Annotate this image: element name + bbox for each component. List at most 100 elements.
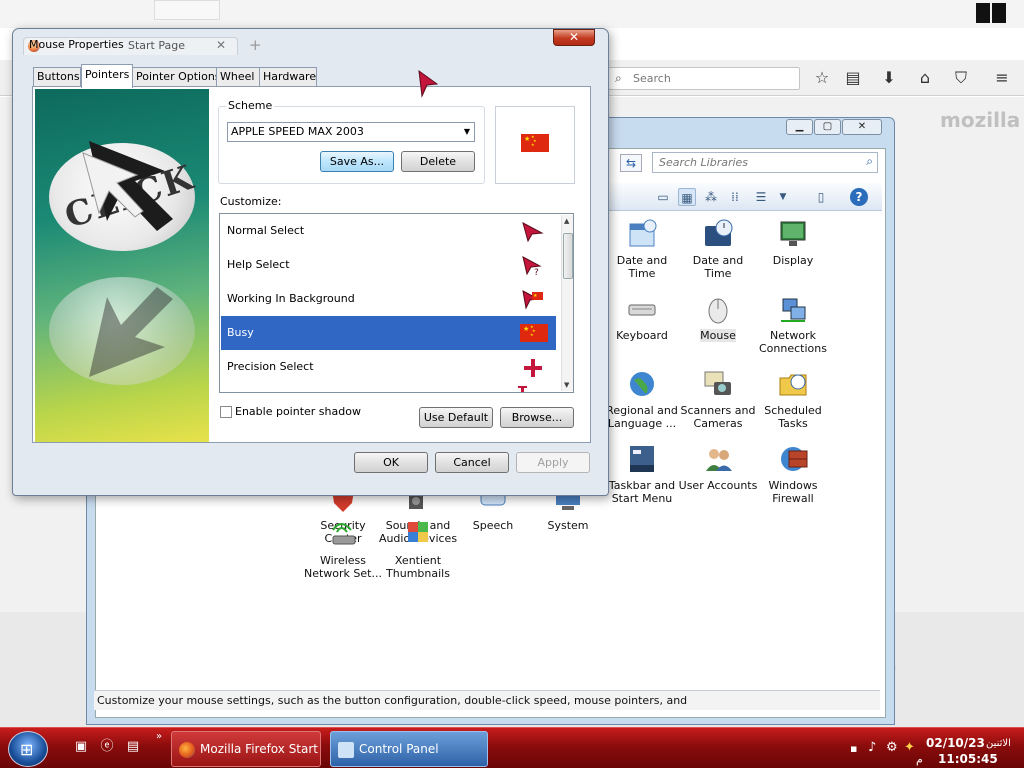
partial-cursor-icon <box>518 386 527 392</box>
apply-button[interactable]: Apply <box>516 452 590 473</box>
save-as-button[interactable]: Save As... <box>320 151 394 172</box>
home-icon[interactable]: ⌂ <box>913 67 937 89</box>
cursor-name: Help Select <box>227 258 290 271</box>
list-item[interactable]: Precision Select <box>221 350 556 384</box>
busy-flag-cursor-icon: ★ ★ ★ ★ <box>520 324 548 342</box>
delete-button[interactable]: Delete <box>401 151 475 172</box>
tab-pointers[interactable]: Pointers <box>81 64 133 88</box>
control-panel-item[interactable]: Date and Time <box>678 218 758 280</box>
task-label: Mozilla Firefox Start ... <box>200 742 321 756</box>
control-panel-item[interactable]: Display <box>753 218 833 267</box>
tab-pointer-options[interactable]: Pointer Options <box>132 67 221 87</box>
dialog-titlebar: Start Page ✕ + Mouse Properties ✕ <box>13 29 608 57</box>
scheme-group <box>218 106 485 184</box>
control-panel-item-label: Speech <box>472 519 514 532</box>
list-item[interactable]: Working In Background ★ <box>221 282 556 316</box>
cancel-button[interactable]: Cancel <box>435 452 509 473</box>
view-medium-icon[interactable]: ⁂ <box>702 188 720 206</box>
minimize-button[interactable]: ▁ <box>786 119 813 135</box>
tray-volume-icon[interactable]: ♪ <box>868 740 876 755</box>
firefox-search-input[interactable]: ⌕ Search <box>608 67 800 90</box>
enable-shadow-checkbox[interactable] <box>220 406 232 418</box>
users-icon <box>702 443 734 475</box>
quicklaunch-more-icon[interactable]: » <box>150 728 168 746</box>
list-item[interactable]: Help Select ? <box>221 248 556 282</box>
view-extra-large-icon[interactable]: ▭ <box>654 188 672 206</box>
maximize-button[interactable]: ▢ <box>814 119 841 135</box>
use-default-button[interactable]: Use Default <box>419 407 493 428</box>
scheme-dropdown[interactable]: APPLE SPEED MAX 2003 ▼ <box>227 122 475 142</box>
taskbar-task-firefox[interactable]: Mozilla Firefox Start ... <box>171 731 321 767</box>
dialog-title: Mouse Properties <box>29 38 124 51</box>
scroll-down-icon[interactable]: ▼ <box>564 381 569 389</box>
close-button[interactable]: ✕ <box>842 119 882 135</box>
control-panel-item[interactable]: Regional and Language ... <box>602 368 682 430</box>
bookmark-star-icon[interactable]: ☆ <box>810 67 834 89</box>
search-icon: ⌕ <box>866 154 873 168</box>
control-panel-item[interactable]: User Accounts <box>678 443 758 492</box>
enable-shadow-label: Enable pointer shadow <box>235 405 361 418</box>
control-panel-toolbar: ▭ ▦ ⁂ ⁞⁞ ☰ ▼ ▯ <box>596 183 882 211</box>
refresh-icon[interactable]: ⇆ <box>620 154 642 172</box>
preview-pane-icon[interactable]: ▯ <box>812 188 830 206</box>
customize-label: Customize: <box>220 195 282 208</box>
tab-wheel[interactable]: Wheel <box>216 67 260 87</box>
taskbar-task-control-panel[interactable]: Control Panel <box>330 731 488 767</box>
tray-wand-icon[interactable]: ✦ <box>904 740 915 755</box>
scroll-thumb[interactable] <box>563 233 573 279</box>
cursor-list[interactable]: Normal Select Help Select ? Working In B… <box>219 213 574 393</box>
cursor-name: Precision Select <box>227 360 314 373</box>
control-panel-search-input[interactable]: Search Libraries ⌕ <box>652 152 878 173</box>
taskbar-icon <box>626 443 658 475</box>
browse-button[interactable]: Browse... <box>500 407 574 428</box>
calendar-icon <box>626 218 658 250</box>
crosshair-cursor-icon <box>524 359 542 377</box>
control-panel-item-label: Mouse <box>700 329 736 342</box>
control-panel-item[interactable]: Windows Firewall <box>753 443 833 505</box>
control-panel-item[interactable]: Date and Time <box>602 218 682 280</box>
firefox-faded-tab[interactable] <box>154 0 220 20</box>
firewall-icon <box>777 443 809 475</box>
clock-date: 02/10/23 <box>926 736 985 750</box>
control-panel-item[interactable]: Keyboard <box>602 293 682 342</box>
control-panel-item[interactable]: Scheduled Tasks <box>753 368 833 430</box>
list-item[interactable]: Normal Select <box>221 214 556 248</box>
view-large-icon[interactable]: ▦ <box>678 188 696 206</box>
control-panel-item[interactable]: Scanners and Cameras <box>678 368 758 430</box>
control-panel-item[interactable]: Xentient Thumbnails <box>378 518 458 580</box>
switch-windows-icon[interactable]: ▤ <box>124 738 142 756</box>
control-panel-item[interactable]: Wireless Network Set... <box>303 518 383 580</box>
view-details-icon[interactable]: ☰ <box>752 188 770 206</box>
help-icon[interactable]: ? <box>850 188 868 206</box>
control-panel-item-label: Scheduled Tasks <box>764 404 822 430</box>
list-item[interactable]: Busy ★ ★ ★ ★ <box>221 316 556 350</box>
view-dropdown-icon[interactable]: ▼ <box>774 188 792 206</box>
thumbnails-icon <box>402 518 434 550</box>
control-panel-item[interactable]: Mouse <box>678 293 758 342</box>
network-icon <box>777 293 809 325</box>
control-panel-item[interactable]: Network Connections <box>753 293 833 355</box>
control-panel-item-label: Xentient Thumbnails <box>386 554 450 580</box>
scroll-up-icon[interactable]: ▲ <box>564 217 569 225</box>
internet-explorer-icon[interactable]: ⓔ <box>98 738 116 756</box>
tab-hardware[interactable]: Hardware <box>259 67 317 87</box>
working-cursor-icon: ★ <box>522 290 543 310</box>
list-scrollbar[interactable]: ▲ ▼ <box>561 215 573 391</box>
control-panel-item-label: Display <box>772 254 814 267</box>
ok-button[interactable]: OK <box>354 452 428 473</box>
show-desktop-icon[interactable]: ▣ <box>72 738 90 756</box>
menu-icon[interactable]: ≡ <box>990 67 1014 89</box>
dialog-close-button[interactable]: ✕ <box>553 29 595 46</box>
clock-time[interactable]: 11:05:45 <box>938 752 998 766</box>
download-icon[interactable]: ⬇ <box>877 67 901 89</box>
pocket-icon[interactable]: ⛉ <box>949 67 973 89</box>
tray-app-icon[interactable]: ⚙ <box>886 740 898 755</box>
tab-buttons[interactable]: Buttons <box>33 67 81 87</box>
bookmarks-list-icon[interactable]: ▤ <box>841 67 865 89</box>
control-panel-item-label: User Accounts <box>678 479 758 492</box>
tray-network-icon[interactable]: ▪ <box>850 742 857 755</box>
control-panel-item[interactable]: Taskbar and Start Menu <box>602 443 682 505</box>
view-small-icon[interactable]: ⁞⁞ <box>726 188 744 206</box>
start-button[interactable]: ⊞ <box>8 731 48 767</box>
snap-layout-icon[interactable] <box>976 3 1006 23</box>
